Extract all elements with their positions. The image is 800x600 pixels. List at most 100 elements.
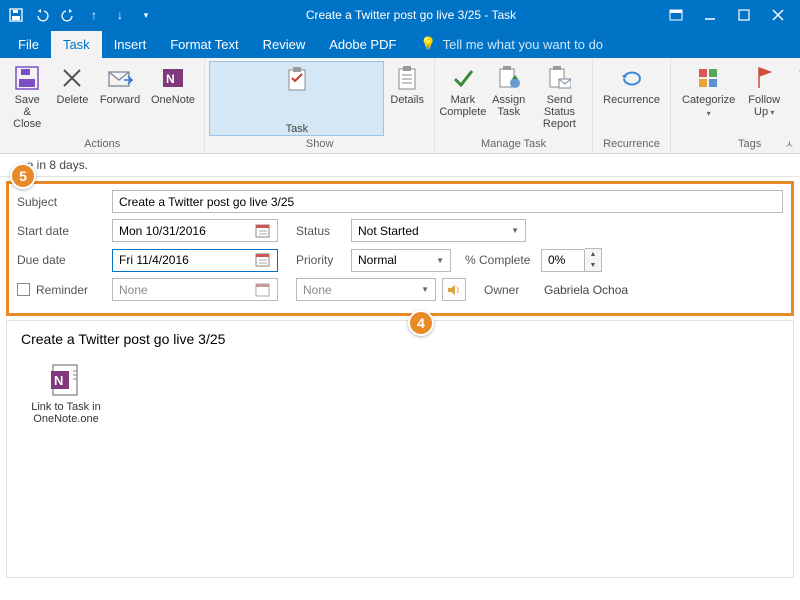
delete-button[interactable]: Delete bbox=[50, 61, 94, 136]
tell-me-search[interactable]: 💡 Tell me what you want to do bbox=[408, 30, 615, 58]
due-date-value: Fri 11/4/2016 bbox=[119, 253, 189, 267]
tab-insert[interactable]: Insert bbox=[102, 31, 159, 58]
chevron-down-icon: ▼ bbox=[585, 260, 601, 271]
calendar-icon[interactable] bbox=[255, 282, 271, 298]
show-group-label: Show bbox=[306, 136, 334, 153]
svg-text:N: N bbox=[166, 72, 175, 86]
info-bar-text: e in 8 days. bbox=[27, 158, 88, 172]
tab-task[interactable]: Task bbox=[51, 31, 102, 58]
undo-icon[interactable] bbox=[34, 7, 50, 23]
tab-adobe-pdf[interactable]: Adobe PDF bbox=[317, 31, 408, 58]
forward-button[interactable]: Forward bbox=[94, 61, 145, 136]
info-bar: e in 8 days. bbox=[0, 154, 800, 177]
body-title: Create a Twitter post go live 3/25 bbox=[21, 331, 779, 347]
chevron-down-icon: ▼ bbox=[421, 285, 429, 294]
pct-complete-label: % Complete bbox=[465, 253, 541, 267]
tags-group-label: Tags bbox=[738, 136, 761, 153]
reminder-time-select[interactable]: None ▼ bbox=[296, 278, 436, 301]
prev-item-icon[interactable]: ↑ bbox=[86, 7, 102, 23]
forward-label: Forward bbox=[100, 94, 140, 106]
task-view-label: Task bbox=[286, 123, 309, 135]
priority-value: Normal bbox=[358, 253, 397, 267]
start-date-value: Mon 10/31/2016 bbox=[119, 224, 206, 238]
mark-complete-button[interactable]: Mark Complete bbox=[439, 61, 487, 136]
chevron-down-icon: ▼ bbox=[436, 256, 444, 265]
save-close-label: Save & Close bbox=[10, 94, 44, 130]
attachment-item[interactable]: N Link to Task in OneNote.one bbox=[21, 363, 111, 425]
tell-me-label: Tell me what you want to do bbox=[443, 37, 603, 52]
mark-complete-label: Mark Complete bbox=[439, 94, 486, 118]
task-body[interactable]: Create a Twitter post go live 3/25 N Lin… bbox=[6, 320, 794, 578]
tab-review[interactable]: Review bbox=[251, 31, 318, 58]
minimize-icon[interactable] bbox=[702, 7, 718, 23]
callout-5: 5 bbox=[10, 163, 36, 189]
due-date-input[interactable]: Fri 11/4/2016 bbox=[112, 249, 278, 272]
onenote-button[interactable]: N OneNote bbox=[146, 61, 201, 136]
save-close-button[interactable]: Save & Close bbox=[4, 61, 50, 136]
send-status-label: Send Status Report bbox=[537, 94, 582, 130]
categorize-label: Categorize ▾ bbox=[681, 94, 736, 120]
task-form: Subject Create a Twitter post go live 3/… bbox=[6, 181, 794, 316]
tab-format-text[interactable]: Format Text bbox=[158, 31, 250, 58]
lightbulb-icon: 💡 bbox=[420, 36, 436, 52]
ribbon-display-icon[interactable] bbox=[668, 7, 684, 23]
start-date-input[interactable]: Mon 10/31/2016 bbox=[112, 219, 278, 242]
reminder-time-value: None bbox=[303, 283, 332, 297]
owner-label: Owner bbox=[484, 283, 544, 297]
actions-group-label: Actions bbox=[84, 136, 120, 153]
details-button[interactable]: Details bbox=[384, 61, 430, 136]
assign-task-button[interactable]: Assign Task bbox=[487, 61, 531, 136]
window-title: Create a Twitter post go live 3/25 - Tas… bbox=[154, 8, 668, 22]
due-date-label: Due date bbox=[17, 253, 112, 267]
calendar-icon[interactable] bbox=[255, 223, 271, 239]
recurrence-label: Recurrence bbox=[603, 94, 660, 106]
owner-value: Gabriela Ochoa bbox=[544, 283, 628, 297]
pct-spinner[interactable]: ▲▼ bbox=[585, 248, 602, 272]
close-icon[interactable] bbox=[770, 7, 786, 23]
details-label: Details bbox=[390, 94, 424, 106]
private-toggle[interactable] bbox=[786, 61, 800, 136]
menu-bar: File Task Insert Format Text Review Adob… bbox=[0, 30, 800, 58]
chevron-up-icon: ▲ bbox=[585, 249, 601, 260]
categorize-button[interactable]: Categorize ▾ bbox=[675, 61, 742, 136]
pct-complete-input[interactable]: 0% bbox=[541, 249, 585, 272]
task-view-button[interactable]: Task bbox=[209, 61, 384, 136]
chevron-down-icon: ▼ bbox=[511, 226, 519, 235]
assign-task-label: Assign Task bbox=[492, 94, 525, 118]
reminder-checkbox-wrap: Reminder bbox=[17, 283, 112, 297]
calendar-icon[interactable] bbox=[255, 252, 271, 268]
send-status-button[interactable]: Send Status Report bbox=[531, 61, 588, 136]
subject-input[interactable]: Create a Twitter post go live 3/25 bbox=[112, 190, 783, 213]
reminder-date-value: None bbox=[119, 283, 148, 297]
maximize-icon[interactable] bbox=[736, 7, 752, 23]
onenote-label: OneNote bbox=[151, 94, 195, 106]
reminder-date-input[interactable]: None bbox=[112, 278, 278, 301]
priority-select[interactable]: Normal ▼ bbox=[351, 249, 451, 272]
qat-more-icon[interactable]: ▾ bbox=[138, 7, 154, 23]
callout-4: 4 bbox=[408, 310, 434, 336]
next-item-icon[interactable]: ↓ bbox=[112, 7, 128, 23]
priority-label: Priority bbox=[296, 253, 351, 267]
recurrence-group-label: Recurrence bbox=[603, 136, 660, 153]
reminder-sound-button[interactable] bbox=[442, 278, 466, 301]
manage-group-label: Manage Task bbox=[481, 136, 546, 153]
attachment-label: Link to Task in OneNote.one bbox=[21, 401, 111, 425]
redo-icon[interactable] bbox=[60, 7, 76, 23]
tab-file[interactable]: File bbox=[6, 31, 51, 58]
status-label: Status bbox=[296, 224, 351, 238]
title-bar: ↑ ↓ ▾ Create a Twitter post go live 3/25… bbox=[0, 0, 800, 30]
ribbon: Save & Close Delete Forward N OneNote Act… bbox=[0, 58, 800, 154]
reminder-checkbox[interactable] bbox=[17, 283, 30, 296]
status-value: Not Started bbox=[358, 224, 419, 238]
status-select[interactable]: Not Started ▼ bbox=[351, 219, 526, 242]
start-date-label: Start date bbox=[17, 224, 112, 238]
reminder-label: Reminder bbox=[36, 283, 88, 297]
collapse-ribbon-icon[interactable]: ㅅ bbox=[785, 136, 794, 151]
save-icon[interactable] bbox=[8, 7, 24, 23]
subject-label: Subject bbox=[17, 195, 112, 209]
sound-icon bbox=[446, 283, 462, 297]
follow-up-button[interactable]: Follow Up ▾ bbox=[742, 61, 786, 136]
delete-label: Delete bbox=[57, 94, 89, 106]
recurrence-button[interactable]: Recurrence bbox=[597, 61, 666, 136]
svg-text:N: N bbox=[54, 373, 63, 388]
